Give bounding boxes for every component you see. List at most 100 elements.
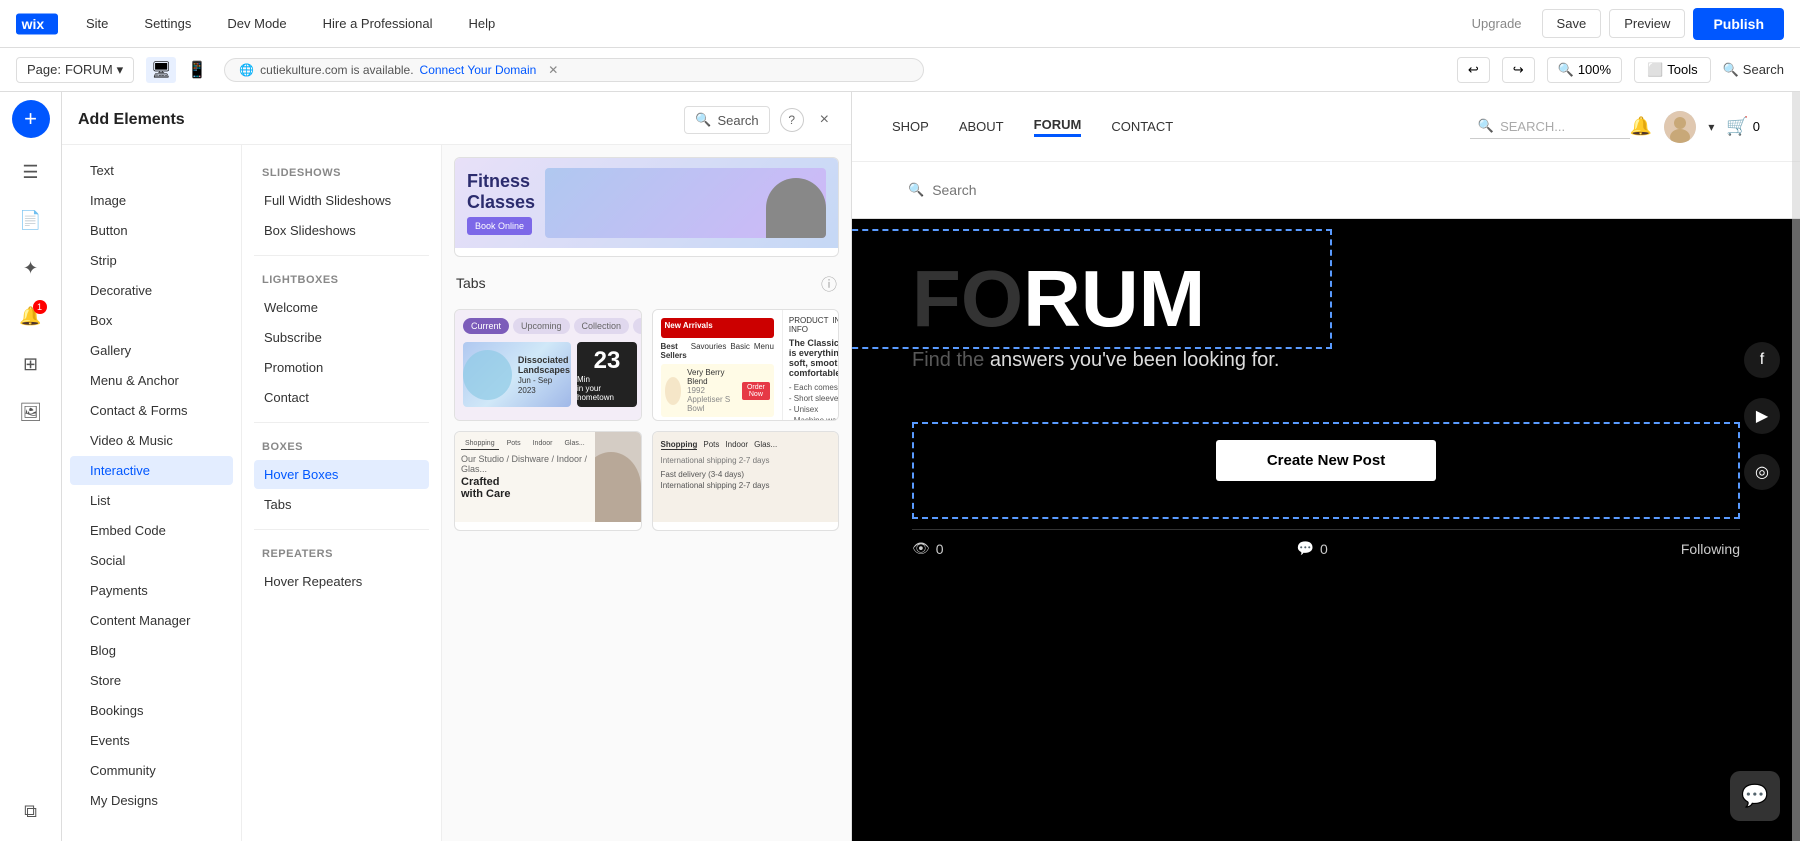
panel-search-label: Search xyxy=(717,113,758,128)
scrollbar[interactable] xyxy=(1792,92,1800,841)
sub-contact[interactable]: Contact xyxy=(254,383,429,412)
desktop-icon[interactable]: 🖥 xyxy=(146,57,176,83)
add-element-button[interactable]: + xyxy=(12,100,50,138)
cat-content[interactable]: Content Manager xyxy=(70,606,233,635)
sidebar-icon-pages[interactable]: 📄 xyxy=(9,198,53,242)
sidebar-icon-wix-apps[interactable]: ✦ xyxy=(9,246,53,290)
sub-hover-repeaters[interactable]: Hover Repeaters xyxy=(254,567,429,596)
following-button[interactable]: Following xyxy=(1681,541,1740,557)
panel-close-button[interactable]: × xyxy=(814,109,835,131)
panel-title: Add Elements xyxy=(78,111,185,129)
forum-search-input[interactable] xyxy=(932,182,1112,198)
preview-button[interactable]: Preview xyxy=(1609,9,1685,38)
cat-social[interactable]: Social xyxy=(70,546,233,575)
chevron-down-icon[interactable]: ▾ xyxy=(1708,120,1714,134)
upgrade-button[interactable]: Upgrade xyxy=(1460,10,1534,37)
user-avatar[interactable] xyxy=(1664,111,1696,143)
facebook-icon[interactable]: f xyxy=(1744,342,1780,378)
forum-search-box[interactable]: 🔍 xyxy=(892,174,1152,206)
tools-button[interactable]: ⬜ Tools xyxy=(1634,57,1711,83)
widget-crafted[interactable]: Shopping Pots Indoor Glas... Our Studio … xyxy=(454,431,642,531)
panel-help-button[interactable]: ? xyxy=(780,108,804,132)
widget-repeater[interactable]: New Arrivals Best SellersSavouriesBasicM… xyxy=(652,309,840,421)
nav-settings[interactable]: Settings xyxy=(136,12,199,35)
mobile-icon[interactable]: 📱 xyxy=(182,57,212,83)
nav-help[interactable]: Help xyxy=(460,12,503,35)
cat-list[interactable]: List xyxy=(70,486,233,515)
cat-events[interactable]: Events xyxy=(70,726,233,755)
sidebar-icon-notifications[interactable]: 🔔 1 xyxy=(9,294,53,338)
instagram-icon[interactable]: ◎ xyxy=(1744,454,1780,490)
chat-button[interactable]: 💬 xyxy=(1730,771,1780,821)
sidebar-icon-grid[interactable]: ⊞ xyxy=(9,342,53,386)
redo-button[interactable]: ↪ xyxy=(1502,57,1535,83)
sub-hover-boxes[interactable]: Hover Boxes xyxy=(254,460,429,489)
social-sidebar: f ▶ ◎ xyxy=(1744,342,1780,490)
wix-logo[interactable]: wix xyxy=(16,13,58,35)
cat-interactive[interactable]: Interactive xyxy=(70,456,233,485)
cat-contact[interactable]: Contact & Forms xyxy=(70,396,233,425)
undo-button[interactable]: ↩ xyxy=(1457,57,1490,83)
site-search-bar[interactable]: 🔍 SEARCH... xyxy=(1470,114,1630,139)
cat-video[interactable]: Video & Music xyxy=(70,426,233,455)
widget-fitness-banner[interactable]: FitnessClasses Book Online xyxy=(454,157,839,257)
sub-title-repeaters: REPEATERS xyxy=(254,540,429,566)
cat-blog[interactable]: Blog xyxy=(70,636,233,665)
nav-contact[interactable]: CONTACT xyxy=(1111,119,1173,134)
sub-box-slideshows[interactable]: Box Slideshows xyxy=(254,216,429,245)
cat-menu[interactable]: Menu & Anchor xyxy=(70,366,233,395)
cat-image[interactable]: Image xyxy=(70,186,233,215)
zoom-control[interactable]: 🔍 100% xyxy=(1547,57,1622,83)
save-button[interactable]: Save xyxy=(1542,9,1602,38)
cat-strip[interactable]: Strip xyxy=(70,246,233,275)
sidebar-icon-menu[interactable]: ☰ xyxy=(9,150,53,194)
nav-forum[interactable]: FORUM xyxy=(1034,117,1082,137)
order-button-1[interactable]: Order Now xyxy=(742,382,770,400)
cat-bookings[interactable]: Bookings xyxy=(70,696,233,725)
cat-payments[interactable]: Payments xyxy=(70,576,233,605)
notification-icon[interactable]: 🔔 xyxy=(1630,116,1652,137)
publish-button[interactable]: Publish xyxy=(1693,8,1784,40)
fitness-book-button[interactable]: Book Online xyxy=(467,217,532,235)
cat-gallery[interactable]: Gallery xyxy=(70,336,233,365)
zoom-level: 100% xyxy=(1578,62,1611,77)
cat-decorative[interactable]: Decorative xyxy=(70,276,233,305)
site-nav-right: 🔔 ▾ 🛒 0 xyxy=(1630,111,1760,143)
widget-tabs[interactable]: Current Upcoming Collection Past Online xyxy=(454,309,642,421)
nav-devmode[interactable]: Dev Mode xyxy=(219,12,294,35)
connect-domain-link[interactable]: Connect Your Domain xyxy=(420,63,537,77)
domain-text: cutiekulture.com is available. xyxy=(260,63,413,77)
cat-button[interactable]: Button xyxy=(70,216,233,245)
create-post-button[interactable]: Create New Post xyxy=(1216,440,1436,481)
tools-icon: ⬜ xyxy=(1647,62,1663,78)
cat-mydesigns[interactable]: My Designs xyxy=(70,786,233,815)
panel-search-button[interactable]: 🔍 Search xyxy=(684,106,769,134)
sub-subscribe[interactable]: Subscribe xyxy=(254,323,429,352)
nav-shop[interactable]: SHOP xyxy=(892,119,929,134)
cat-community[interactable]: Community xyxy=(70,756,233,785)
cat-embed[interactable]: Embed Code xyxy=(70,516,233,545)
notification-badge: 1 xyxy=(33,300,47,314)
nav-site[interactable]: Site xyxy=(78,12,116,35)
sidebar-icon-layers[interactable]: ⧉ xyxy=(9,789,53,833)
cat-store[interactable]: Store xyxy=(70,666,233,695)
sidebar-icon-image[interactable]: 🖼 xyxy=(9,390,53,434)
sub-promotion[interactable]: Promotion xyxy=(254,353,429,382)
site-cart[interactable]: 🛒 0 xyxy=(1726,116,1760,137)
sub-full-width-slideshows[interactable]: Full Width Slideshows xyxy=(254,186,429,215)
youtube-icon[interactable]: ▶ xyxy=(1744,398,1780,434)
info-icon[interactable]: ⓘ xyxy=(821,271,837,295)
sub-tabs[interactable]: Tabs xyxy=(254,490,429,519)
domain-close-button[interactable]: ✕ xyxy=(548,63,558,77)
search-button[interactable]: 🔍 Search xyxy=(1723,62,1784,78)
sub-welcome[interactable]: Welcome xyxy=(254,293,429,322)
sub-divider-2 xyxy=(254,422,429,423)
sub-divider-3 xyxy=(254,529,429,530)
widget-tabbed-shop[interactable]: Shopping Pots Indoor Glas... Internation… xyxy=(652,431,840,531)
eye-icon: 👁 xyxy=(912,540,930,557)
cat-box[interactable]: Box xyxy=(70,306,233,335)
nav-hire[interactable]: Hire a Professional xyxy=(315,12,441,35)
page-selector[interactable]: Page: FORUM ▾ xyxy=(16,57,134,83)
cat-text[interactable]: Text xyxy=(70,156,233,185)
nav-about[interactable]: ABOUT xyxy=(959,119,1004,134)
